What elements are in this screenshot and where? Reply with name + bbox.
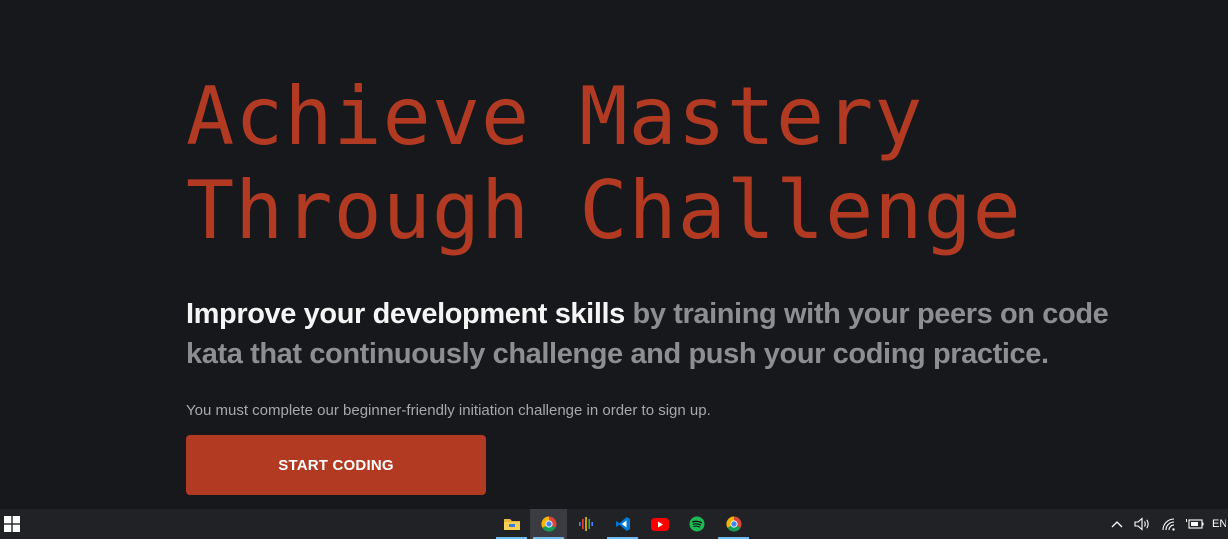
youtube-icon [650, 517, 669, 531]
wifi-icon [1162, 518, 1175, 531]
taskbar-app-chrome[interactable] [715, 509, 752, 539]
start-coding-button[interactable]: START CODING [186, 435, 486, 495]
input-language-indicator[interactable]: EN [1212, 518, 1226, 530]
start-button[interactable] [0, 509, 24, 539]
network-button[interactable] [1160, 515, 1178, 533]
spotify-icon [689, 516, 704, 532]
show-hidden-icons-button[interactable] [1108, 515, 1126, 533]
page: Achieve Mastery Through Challenge Improv… [0, 0, 1228, 539]
podcast-app-icon [578, 517, 593, 531]
taskbar-app-file-explorer[interactable] [493, 509, 530, 539]
vscode-icon [615, 517, 630, 531]
hero-subheading: Improve your development skills by train… [186, 294, 1146, 374]
battery-button[interactable] [1186, 515, 1204, 533]
headline-line-1: Achieve Mastery [186, 70, 924, 163]
chrome-icon [725, 516, 741, 532]
hero-headline: Achieve Mastery Through Challenge [186, 70, 1146, 258]
volume-icon [1134, 517, 1149, 531]
taskbar-app-chrome-active[interactable] [530, 509, 567, 539]
system-tray: EN [1108, 509, 1228, 539]
chevron-up-icon [1111, 521, 1123, 528]
windows-logo-icon [4, 516, 20, 532]
taskbar-apps [493, 509, 752, 539]
taskbar-app-podcasts[interactable] [567, 509, 604, 539]
battery-icon [1186, 519, 1204, 529]
taskbar-app-vscode[interactable] [604, 509, 641, 539]
hero-section: Achieve Mastery Through Challenge Improv… [186, 70, 1146, 495]
subheading-emphasis: Improve your development skills [186, 298, 625, 330]
windows-taskbar: EN [0, 509, 1228, 539]
chrome-icon [540, 516, 556, 532]
headline-line-2: Through Challenge [186, 164, 1022, 257]
taskbar-app-spotify[interactable] [678, 509, 715, 539]
volume-button[interactable] [1134, 515, 1152, 533]
file-explorer-icon [503, 519, 520, 530]
signup-note: You must complete our beginner-friendly … [186, 402, 711, 419]
taskbar-app-youtube[interactable] [641, 509, 678, 539]
